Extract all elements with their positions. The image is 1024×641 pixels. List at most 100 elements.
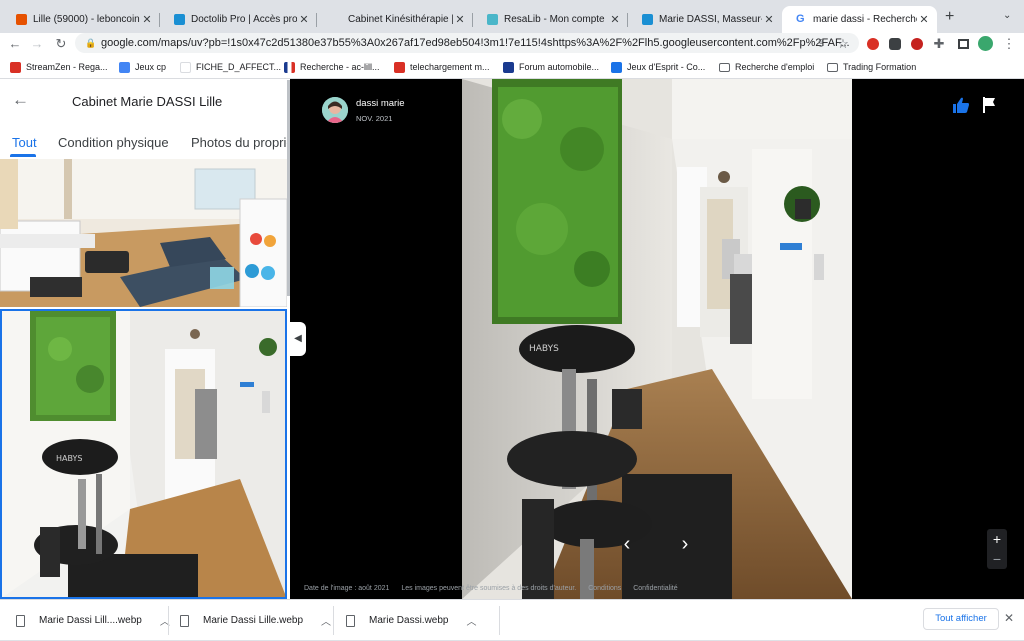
photo-viewer: HABYS Date de l'image : août 2021 Les im… (290, 79, 1024, 599)
streamzen-icon (10, 61, 21, 73)
extension-dark-icon[interactable] (886, 35, 904, 53)
bookmark-item[interactable]: telechargement m... (394, 60, 490, 74)
bookmark-item[interactable]: StreamZen - Rega... (10, 60, 108, 74)
jeux-icon (119, 61, 130, 73)
tab-google-search[interactable]: G marie dassi - Recherche G ✕ (782, 6, 937, 33)
address-bar[interactable]: 🔒 google.com/maps/uv?pb=!1s0x47c2d51380e… (75, 33, 859, 53)
photo-list-panel: ← Cabinet Marie DASSI Lille Tout Conditi… (0, 79, 290, 599)
folder-icon (827, 62, 838, 72)
photo-thumbnail-hallway-selected[interactable]: HABYS (0, 309, 287, 599)
tab-leboncoin[interactable]: Lille (59000) - leboncoin ✕ (2, 6, 160, 33)
leboncoin-favicon-icon (16, 14, 27, 25)
bookmark-item[interactable]: Trading Formation (827, 60, 916, 74)
reload-icon[interactable]: ↻ (52, 35, 70, 53)
close-icon[interactable]: ✕ (140, 13, 154, 26)
tab-title: Cabinet Kinésithérapie | M (348, 14, 453, 25)
doctolib-favicon-icon (642, 14, 653, 25)
document-icon (180, 61, 191, 73)
bookmark-item[interactable]: Recherche - ac-lill... (284, 60, 380, 74)
bookmark-item[interactable]: FICHE_D_AFFECT... (180, 60, 281, 74)
main-photo-hallway[interactable]: HABYS (462, 79, 852, 599)
bookmark-item[interactable]: Jeux d'Esprit - Co... (611, 60, 705, 74)
side-panel-icon[interactable] (954, 35, 972, 53)
tab-all[interactable]: Tout (12, 135, 37, 150)
uploader-avatar[interactable] (322, 97, 348, 123)
bookmark-label: StreamZen - Rega... (26, 62, 108, 72)
download-item[interactable]: Marie Dassi Lille.webp ︿ (180, 600, 331, 641)
zoom-in-button[interactable]: + (987, 530, 1007, 548)
tab-title: marie dassi - Recherche G (813, 14, 917, 25)
folder-icon (719, 62, 730, 72)
profile-avatar[interactable] (976, 35, 994, 53)
image-date: Date de l'image : août 2021 (304, 585, 390, 592)
puzzle-face-icon (611, 61, 622, 73)
thumbs-up-icon[interactable] (952, 96, 970, 114)
forward-arrow-icon[interactable]: → (28, 35, 46, 53)
back-arrow-icon[interactable]: ← (6, 35, 24, 53)
chevron-up-icon[interactable]: ︿ (466, 613, 476, 628)
share-icon[interactable]: ⇪ (812, 35, 830, 53)
privacy-link[interactable]: Confidentialité (633, 585, 677, 592)
bookmark-label: Jeux cp (135, 62, 167, 72)
close-icon[interactable]: ✕ (608, 13, 622, 26)
close-icon[interactable]: ✕ (453, 13, 467, 26)
show-all-downloads-button[interactable]: Tout afficher (923, 608, 999, 630)
close-icon[interactable]: ✕ (297, 13, 311, 26)
forum-icon (503, 61, 514, 73)
file-icon (346, 614, 355, 627)
copyright-notice: Les images peuvent être soumises à des d… (401, 585, 577, 592)
french-flag-icon (284, 61, 295, 73)
menu-kebab-icon[interactable]: ⋮ (1000, 35, 1018, 53)
tab-fitness[interactable]: Condition physique (58, 135, 169, 150)
chair-brand-label: HABYS (56, 454, 83, 463)
collapse-panel-button[interactable]: ◀ (290, 322, 306, 356)
bookmark-star-icon[interactable]: ☆ (834, 35, 852, 53)
download-item[interactable]: Marie Dassi.webp ︿ (346, 600, 476, 641)
tab-doctolib[interactable]: Doctolib Pro | Accès profe ✕ (160, 6, 317, 33)
tab-search-icon[interactable]: ⌄ (1003, 10, 1011, 21)
chevron-left-icon: ◀ (294, 333, 302, 344)
flag-icon[interactable] (982, 97, 997, 113)
tab-marie-dassi[interactable]: Marie DASSI, Masseur-kin ✕ (628, 6, 782, 33)
downloads-bar: Marie Dassi Lill....webp ︿ Marie Dassi L… (0, 599, 1024, 640)
close-icon[interactable]: ✕ (917, 13, 931, 26)
bookmark-item[interactable]: Recherche d'emploi (719, 60, 814, 74)
terms-link[interactable]: Conditions (588, 585, 621, 592)
tab-owner-photos[interactable]: Photos du propriétaire (191, 135, 290, 150)
extension-red-icon[interactable] (864, 35, 882, 53)
browser-toolbar: ← → ↻ 🔒 google.com/maps/uv?pb=!1s0x47c2d… (0, 33, 1024, 55)
previous-photo-chevron-left-icon[interactable]: ‹ (617, 533, 637, 557)
back-arrow-icon[interactable]: ← (12, 90, 29, 110)
active-tab-indicator (10, 154, 36, 157)
chevron-up-icon[interactable]: ︿ (321, 613, 331, 628)
bookmark-label: Recherche - ac-lill... (300, 62, 380, 72)
new-tab-button[interactable]: + (945, 8, 954, 26)
close-icon[interactable]: ✕ (762, 13, 776, 26)
download-filename: Marie Dassi Lille.webp (203, 615, 304, 626)
download-filename: Marie Dassi.webp (369, 615, 449, 626)
zoom-out-button[interactable]: − (987, 550, 1007, 568)
extension-badge-icon[interactable] (908, 35, 926, 53)
next-photo-chevron-right-icon[interactable]: › (675, 533, 695, 557)
bookmark-label: telechargement m... (410, 62, 490, 72)
lock-icon[interactable]: 🔒 (85, 33, 96, 53)
bookmark-label: Trading Formation (843, 62, 917, 72)
file-icon (180, 614, 189, 627)
close-icon[interactable]: ✕ (1004, 611, 1014, 625)
guitar-icon (394, 61, 405, 73)
uploader-name[interactable]: dassi marie (356, 98, 405, 109)
bookmark-item[interactable]: Forum automobile... (503, 60, 599, 74)
tab-cabinet[interactable]: Cabinet Kinésithérapie | M ✕ (317, 6, 473, 33)
photo-thumbnail-gym[interactable] (0, 159, 287, 307)
extensions-puzzle-icon[interactable]: ✚ (930, 35, 948, 53)
tab-resalib[interactable]: ResaLib - Mon compte ✕ (473, 6, 628, 33)
url-text: google.com/maps/uv?pb=!1s0x47c2d51380e37… (101, 37, 850, 49)
google-favicon-icon: G (796, 13, 805, 25)
bookmark-item[interactable]: Jeux cp (119, 60, 166, 74)
tab-title: Marie DASSI, Masseur-kin (659, 14, 762, 25)
tab-title: ResaLib - Mon compte (504, 14, 605, 25)
bookmark-label: Recherche d'emploi (735, 62, 815, 72)
download-item[interactable]: Marie Dassi Lill....webp ︿ (16, 600, 170, 641)
chair-brand-label: HABYS (529, 344, 559, 354)
image-footer: Date de l'image : août 2021 Les images p… (304, 585, 688, 592)
